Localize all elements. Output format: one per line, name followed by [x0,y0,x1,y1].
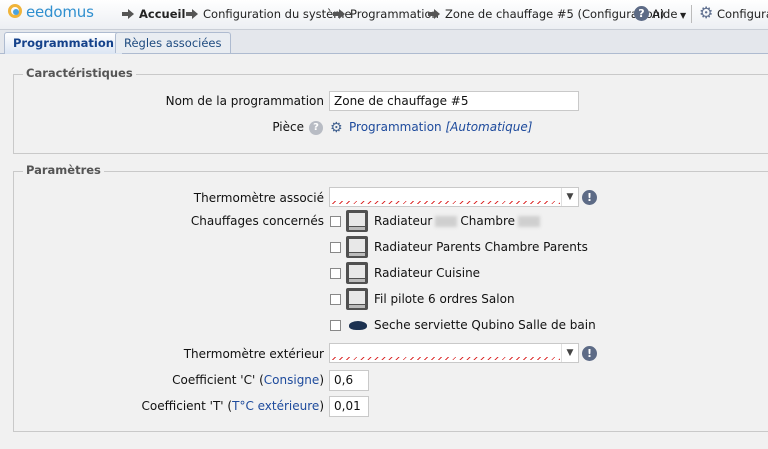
thermometer-label: Thermomètre associé [193,191,324,205]
breadcrumb-system-config[interactable]: Configuration du système [186,7,352,21]
separator [691,5,692,23]
warning-icon: ! [582,346,597,361]
radiator-icon [346,262,368,284]
room-label: Pièce [272,120,304,134]
content-panel: Caractéristiques Nom de la programmation… [0,54,768,449]
radiator-icon [346,210,368,232]
characteristics-fieldset: Caractéristiques [13,66,768,154]
chevron-down-icon[interactable]: ▼ [561,188,578,206]
help-icon[interactable]: ? [634,6,649,21]
gear-icon: ⚙ [330,120,343,136]
heater-checkbox[interactable] [330,294,341,305]
spellcheck-underline [332,357,560,360]
tab-programmation[interactable]: Programmation [4,32,123,54]
ext-thermometer-select[interactable]: ▼ [329,343,579,363]
config-menu[interactable]: Configuration [717,7,768,21]
heaters-label: Chauffages concernés [190,214,324,228]
logo-text: eedomus [26,3,94,21]
help-icon[interactable]: ? [309,121,323,135]
arrow-right-icon [428,9,441,19]
caret-down-icon: ▼ [677,11,687,20]
breadcrumb-programmation[interactable]: Programmation [333,7,439,21]
name-input[interactable]: Zone de chauffage #5 [329,91,579,111]
heater-checkbox[interactable] [330,216,341,227]
heater-checkbox[interactable] [330,268,341,279]
towel-heater-icon [347,318,369,332]
radiator-icon [346,236,368,258]
spellcheck-underline [332,201,560,204]
thermometer-select[interactable]: ▼ [329,187,579,207]
blurred-text [518,216,541,227]
arrow-right-icon [186,9,199,19]
coef-t-input[interactable]: 0,01 [329,396,369,417]
parameters-legend: Paramètres [23,163,104,177]
characteristics-legend: Caractéristiques [23,66,136,80]
breadcrumb-home[interactable]: Accueil [122,7,185,21]
warning-icon: ! [582,190,597,205]
ext-thermometer-label: Thermomètre extérieur [183,347,324,361]
coef-c-label: Coefficient 'C' (Consigne) [172,373,324,387]
radiator-icon [346,288,368,310]
logo-icon [8,4,22,18]
room-value[interactable]: Programmation [Automatique] [349,120,532,134]
chevron-down-icon[interactable]: ▼ [561,344,578,362]
coef-t-label: Coefficient 'T' (T°C extérieure) [141,399,324,413]
heater-label: Seche serviette Qubino Salle de bain [374,318,596,332]
ext-temp-link[interactable]: T°C extérieure [232,399,319,413]
tab-regles-associees[interactable]: Règles associées [115,32,231,53]
consigne-link[interactable]: Consigne [264,373,320,387]
help-menu[interactable]: Aide ▼ [652,7,686,21]
coef-c-input[interactable]: 0,6 [329,370,369,391]
heater-label: Fil pilote 6 ordres Salon [374,292,515,306]
blurred-text [435,216,458,227]
top-bar: eedomus Accueil Configuration du système… [0,0,768,30]
heater-checkbox[interactable] [330,242,341,253]
heater-label: Radiateur Cuisine [374,266,481,280]
name-label: Nom de la programmation [165,94,324,108]
heater-label: Radiateur Parents Chambre Parents [374,240,588,254]
tab-bar: Programmation Règles associées [0,30,768,54]
gear-icon[interactable]: ⚙ [699,5,715,21]
arrow-right-icon [122,9,135,19]
arrow-right-icon [333,9,346,19]
heater-checkbox[interactable] [330,320,341,331]
breadcrumb-zone[interactable]: Zone de chauffage #5 (Configuration) [428,7,664,21]
heater-label: Radiateur Chambre [374,214,543,228]
